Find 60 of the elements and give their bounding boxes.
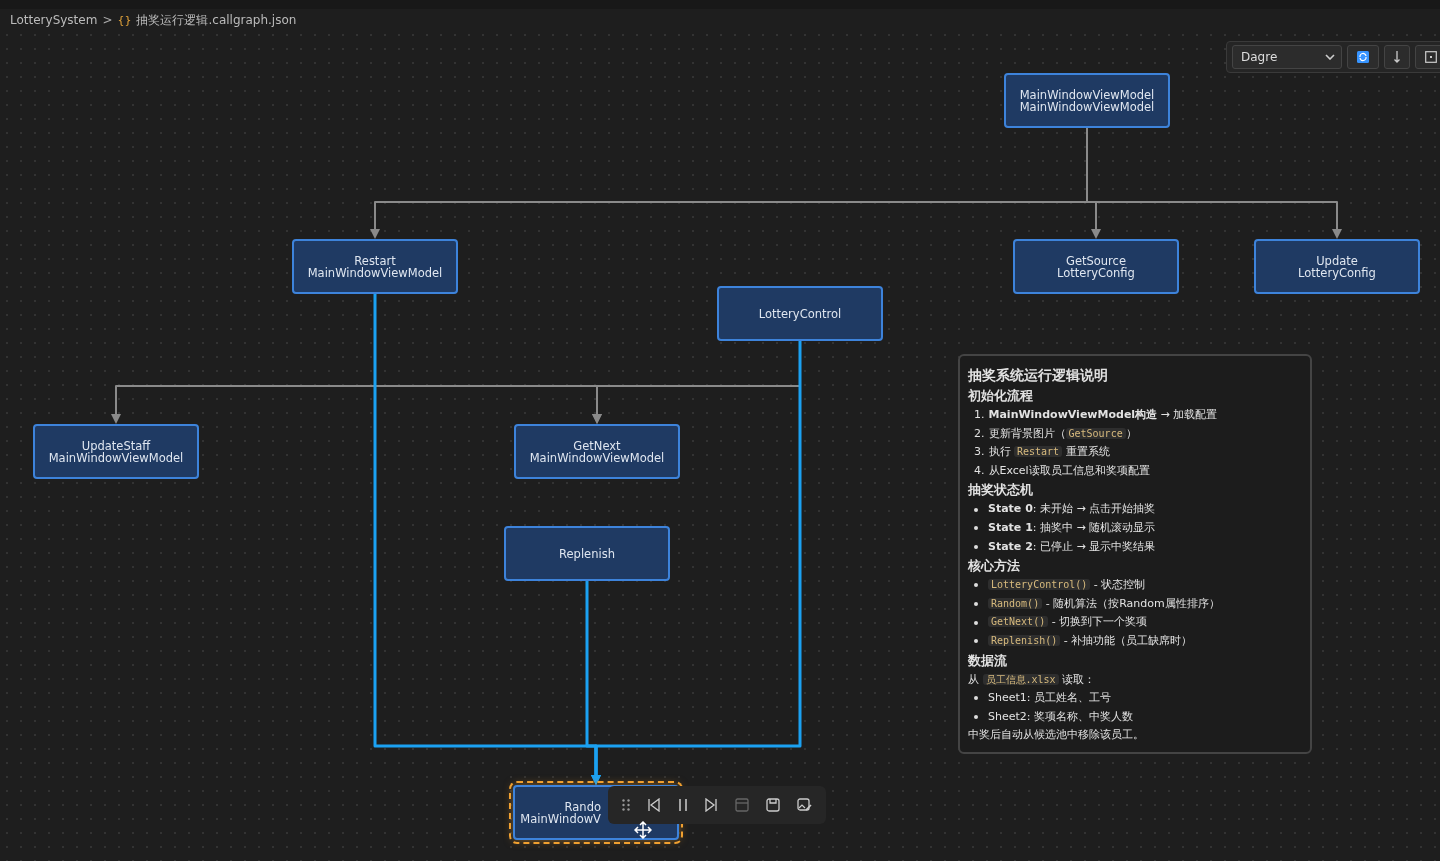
list-text: 执行 Restart 重置系统 bbox=[988, 444, 1110, 461]
bullet-icon bbox=[974, 526, 978, 531]
list-text: 从Excel读取员工信息和奖项配置 bbox=[988, 462, 1150, 479]
list-number: 2. bbox=[974, 425, 985, 442]
list-text: 更新背景图片（ GetSource ） bbox=[988, 425, 1137, 442]
graph-node[interactable]: Restart MainWindowViewModel bbox=[292, 239, 458, 294]
refresh-button[interactable] bbox=[1347, 45, 1379, 69]
section-heading: 初始化流程 bbox=[968, 387, 1034, 405]
list-number: 3. bbox=[974, 444, 985, 461]
download-button[interactable] bbox=[1384, 45, 1410, 69]
bullet-icon bbox=[974, 583, 978, 588]
list-text: LotteryControl() - 状态控制 bbox=[988, 576, 1146, 595]
list-text: Replenish() - 补抽功能（员工缺席时） bbox=[988, 631, 1193, 651]
fit-view-icon bbox=[1425, 51, 1437, 63]
bullet-icon bbox=[974, 715, 978, 719]
list-text: State 0: 未开始 → 点击开始抽奖 bbox=[988, 501, 1156, 518]
graph-node[interactable]: GetNext MainWindowViewModel bbox=[514, 424, 680, 479]
breadcrumb-separator: > bbox=[102, 13, 113, 27]
list-text: Sheet1: 员工姓名、工号 bbox=[988, 690, 1111, 707]
section-heading: 数据流 bbox=[968, 651, 1008, 670]
download-arrow-icon bbox=[1393, 50, 1401, 64]
breadcrumb-folder[interactable]: LotterySystem bbox=[10, 13, 98, 27]
graph-node[interactable]: GetSource LotteryConfig bbox=[1013, 239, 1179, 294]
move-cursor-icon bbox=[634, 821, 652, 839]
skip-back-icon[interactable] bbox=[647, 798, 662, 812]
bullet-icon bbox=[974, 544, 978, 549]
list-text: GetNext() - 切换到下一个奖项 bbox=[988, 613, 1148, 632]
list-number: 4. bbox=[974, 462, 985, 479]
list-number: 1. bbox=[974, 407, 985, 423]
save-icon[interactable] bbox=[765, 798, 780, 812]
notes-title: 抽奖系统运行逻辑说明 bbox=[968, 366, 1109, 385]
bullet-icon bbox=[974, 602, 978, 607]
section-heading: 抽奖状态机 bbox=[968, 481, 1034, 500]
drag-handle-icon[interactable] bbox=[622, 799, 631, 811]
list-text: MainWindowViewModel构造 → 加载配置 bbox=[988, 407, 1218, 423]
graph-node[interactable]: LotteryControl bbox=[717, 286, 883, 341]
json-file-icon: {} bbox=[117, 13, 132, 27]
list-text: Random() - 随机算法（按Random属性排序） bbox=[988, 594, 1220, 614]
bullet-icon bbox=[974, 507, 978, 512]
list-text: 中奖后自动从候选池中移除该员工。 bbox=[968, 727, 1144, 744]
fit-view-button[interactable] bbox=[1415, 45, 1440, 69]
list-text: 从 员工信息.xlsx 读取： bbox=[968, 671, 1096, 688]
chevron-down-icon bbox=[1325, 54, 1335, 60]
graph-node[interactable]: Replenish bbox=[504, 526, 670, 581]
graph-node[interactable]: Update LotteryConfig bbox=[1254, 239, 1420, 294]
pause-icon[interactable] bbox=[677, 798, 688, 812]
graph-node[interactable]: UpdateStaff MainWindowViewModel bbox=[33, 424, 199, 479]
graph-node[interactable]: MainWindowViewModel MainWindowViewModel bbox=[1004, 73, 1170, 128]
bullet-icon bbox=[974, 620, 978, 625]
list-text: State 1: 抽奖中 → 随机滚动显示 bbox=[988, 519, 1156, 536]
layout-select[interactable]: Dagre bbox=[1232, 45, 1342, 69]
skip-forward-icon[interactable] bbox=[704, 798, 719, 812]
breadcrumb-file[interactable]: 抽奖运行逻辑.callgraph.json bbox=[136, 11, 297, 29]
refresh-icon bbox=[1357, 51, 1369, 63]
section-heading: 核心方法 bbox=[968, 557, 1021, 576]
image-edit-icon[interactable] bbox=[796, 798, 812, 812]
bullet-icon bbox=[974, 639, 978, 644]
bullet-icon bbox=[974, 696, 978, 701]
list-text: Sheet2: 奖项名称、中奖人数 bbox=[988, 708, 1133, 725]
list-text: State 2: 已停止 → 显示中奖结果 bbox=[988, 538, 1156, 555]
